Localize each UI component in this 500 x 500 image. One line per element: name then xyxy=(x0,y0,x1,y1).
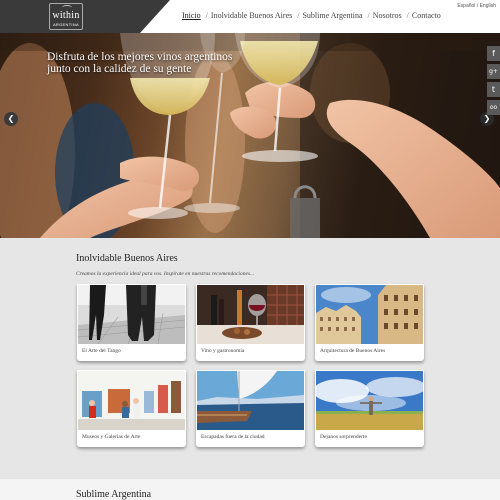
card-image-surprise xyxy=(316,371,423,430)
section-title: Inolvidable Buenos Aires xyxy=(76,253,178,264)
nav-separator: / xyxy=(406,11,409,20)
card-label: El Arte del Tango xyxy=(82,348,121,354)
card-image-museums xyxy=(78,371,185,430)
facebook-icon[interactable]: f xyxy=(487,46,500,61)
social-links: f g+ t oo xyxy=(487,46,500,118)
card-label: Arquitectura de Buenos Aires xyxy=(320,348,386,354)
card-getaways[interactable]: Escapadas fuera de la ciudad xyxy=(196,370,305,447)
tripadvisor-icon[interactable]: oo xyxy=(487,100,500,115)
card-label: Escapadas fuera de la ciudad xyxy=(201,434,265,440)
nav-item-sublime-argentina[interactable]: Sublime Argentina xyxy=(302,11,362,20)
section-title: Sublime Argentina xyxy=(76,489,152,500)
lang-english-link[interactable]: English xyxy=(480,3,496,9)
language-switcher: Español / English xyxy=(457,3,496,9)
logo-wave-icon xyxy=(62,5,72,10)
twitter-icon[interactable]: t xyxy=(487,82,500,97)
lang-spanish-link[interactable]: Español xyxy=(457,3,475,9)
chevron-left-icon: ❮ xyxy=(7,114,15,123)
card-wine[interactable]: Vino y gastronomía xyxy=(196,284,305,361)
site-logo[interactable]: within ARGENTINA xyxy=(49,3,83,30)
sublime-argentina-section: Sublime Argentina xyxy=(0,478,500,500)
google-plus-icon[interactable]: g+ xyxy=(487,64,500,79)
lang-separator: / xyxy=(476,3,479,9)
hero-prev-button[interactable]: ❮ xyxy=(4,112,18,126)
card-image-architecture xyxy=(316,285,423,344)
nav-separator: / xyxy=(297,11,300,20)
nav-item-contacto[interactable]: Contacto xyxy=(412,11,441,20)
logo-subtext: ARGENTINA xyxy=(52,22,80,27)
card-image-tango xyxy=(78,285,185,344)
card-tango[interactable]: El Arte del Tango xyxy=(77,284,186,361)
card-museums[interactable]: Museos y Galerías de Arte xyxy=(77,370,186,447)
card-image-getaways xyxy=(197,371,304,430)
card-label: Dejanos sorprenderte xyxy=(320,434,367,440)
hero-slider: Disfruta de los mejores vinos argentinos… xyxy=(0,33,500,238)
header-dark-band xyxy=(0,0,170,33)
hero-caption: Disfruta de los mejores vinos argentinos… xyxy=(47,51,233,75)
card-label: Museos y Galerías de Arte xyxy=(82,434,141,440)
card-image-wine xyxy=(197,285,304,344)
logo-text: within xyxy=(52,10,80,21)
nav-separator: / xyxy=(205,11,208,20)
nav-item-inolvidable-buenos-aires[interactable]: Inolvidable Buenos Aires xyxy=(211,11,292,20)
site-header: within ARGENTINA Inicio / Inolvidable Bu… xyxy=(0,0,500,33)
nav-separator: / xyxy=(367,11,370,20)
card-architecture[interactable]: Arquitectura de Buenos Aires xyxy=(315,284,424,361)
card-surprise[interactable]: Dejanos sorprenderte xyxy=(315,370,424,447)
card-label: Vino y gastronomía xyxy=(201,348,245,354)
section-subtitle: Creamos la experiencia ideal para vos. I… xyxy=(76,271,255,277)
main-nav: Inicio / Inolvidable Buenos Aires / Subl… xyxy=(182,11,441,20)
nav-item-inicio[interactable]: Inicio xyxy=(182,11,201,20)
logo-area: within ARGENTINA xyxy=(0,0,170,33)
nav-item-nosotros[interactable]: Nosotros xyxy=(373,11,402,20)
buenos-aires-section: Inolvidable Buenos Aires Creamos la expe… xyxy=(0,238,500,478)
